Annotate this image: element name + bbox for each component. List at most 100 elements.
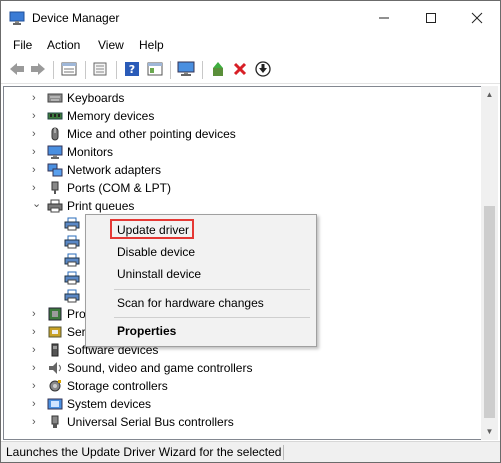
scroll-up-icon[interactable]: ▲ bbox=[481, 86, 498, 103]
status-divider bbox=[283, 445, 284, 460]
system-device-icon bbox=[47, 397, 63, 411]
tree-node-label: Universal Serial Bus controllers bbox=[67, 415, 234, 429]
tree-node-sound-video[interactable]: › Sound, video and game controllers bbox=[4, 359, 474, 377]
menu-properties[interactable]: Properties bbox=[117, 324, 176, 338]
chevron-right-icon[interactable]: › bbox=[32, 127, 42, 141]
minimize-button[interactable] bbox=[361, 1, 407, 35]
menu-view[interactable]: View bbox=[98, 38, 124, 52]
monitor-icon bbox=[47, 145, 63, 159]
printer-icon bbox=[64, 271, 80, 285]
properties-view-icon[interactable] bbox=[59, 59, 79, 79]
tree-node-keyboards[interactable]: › Keyboards bbox=[4, 89, 474, 107]
maximize-button[interactable] bbox=[408, 1, 454, 35]
tree-node-mice[interactable]: › Mice and other pointing devices bbox=[4, 125, 474, 143]
show-hidden-icon[interactable] bbox=[90, 59, 110, 79]
tree-node-system-devices[interactable]: › System devices bbox=[4, 395, 474, 413]
tree-node-label: System devices bbox=[67, 397, 152, 411]
toolbar-separator bbox=[85, 61, 86, 79]
chevron-right-icon[interactable]: › bbox=[32, 325, 42, 339]
tree-node-monitors[interactable]: › Monitors bbox=[4, 143, 474, 161]
menu-file[interactable]: File bbox=[13, 38, 32, 52]
help-icon[interactable]: ? bbox=[122, 59, 142, 79]
menu-help[interactable]: Help bbox=[139, 38, 164, 52]
context-menu: Update driver Disable device Uninstall d… bbox=[85, 214, 317, 347]
chevron-right-icon[interactable]: › bbox=[32, 163, 42, 177]
chevron-right-icon[interactable]: › bbox=[32, 181, 42, 195]
tree-node-storage-controllers[interactable]: › Storage controllers bbox=[4, 377, 474, 395]
menu-separator bbox=[114, 317, 310, 318]
download-icon[interactable] bbox=[253, 59, 273, 79]
vertical-scrollbar[interactable]: ▲ ▼ bbox=[481, 86, 498, 440]
tree-node-ports[interactable]: › Ports (COM & LPT) bbox=[4, 179, 474, 197]
update-driver-icon[interactable] bbox=[208, 59, 228, 79]
menu-bar: File Action View Help bbox=[1, 35, 500, 55]
tree-node-label: Print queues bbox=[67, 199, 135, 213]
storage-icon bbox=[47, 379, 63, 393]
svg-text:?: ? bbox=[129, 63, 135, 76]
chevron-down-icon[interactable]: ⌄ bbox=[32, 197, 42, 211]
status-bar: Launches the Update Driver Wizard for th… bbox=[1, 441, 500, 462]
console-tree-icon[interactable] bbox=[145, 59, 165, 79]
chevron-right-icon[interactable]: › bbox=[32, 397, 42, 411]
tree-node-label: Ser bbox=[67, 325, 86, 339]
tree-node-network-adapters[interactable]: › Network adapters bbox=[4, 161, 474, 179]
processor-icon bbox=[47, 307, 63, 321]
tree-node-print-queues[interactable]: ⌄ Print queues bbox=[4, 197, 474, 215]
security-device-icon bbox=[47, 325, 63, 339]
tree-node-label: Ports (COM & LPT) bbox=[67, 181, 172, 195]
window-title: Device Manager bbox=[32, 11, 120, 25]
usb-icon bbox=[47, 415, 63, 429]
tree-node-memory-devices[interactable]: › Memory devices bbox=[4, 107, 474, 125]
chevron-right-icon[interactable]: › bbox=[32, 91, 42, 105]
toolbar-separator bbox=[116, 61, 117, 79]
menu-uninstall-device[interactable]: Uninstall device bbox=[117, 267, 201, 281]
tree-node-label: Pro bbox=[67, 307, 86, 321]
sound-icon bbox=[47, 361, 63, 375]
menu-update-driver[interactable]: Update driver bbox=[117, 223, 189, 237]
tree-node-label: Monitors bbox=[67, 145, 114, 159]
close-button[interactable] bbox=[454, 1, 500, 35]
chevron-right-icon[interactable]: › bbox=[32, 361, 42, 375]
forward-icon[interactable] bbox=[28, 59, 48, 79]
tree-node-label: Mice and other pointing devices bbox=[67, 127, 236, 141]
tree-node-usb-controllers[interactable]: › Universal Serial Bus controllers bbox=[4, 413, 474, 431]
scroll-down-icon[interactable]: ▼ bbox=[481, 423, 498, 440]
menu-action[interactable]: Action bbox=[47, 38, 80, 52]
tree-node-label: Storage controllers bbox=[67, 379, 168, 393]
monitor-icon[interactable] bbox=[176, 59, 196, 79]
chevron-right-icon[interactable]: › bbox=[32, 109, 42, 123]
uninstall-icon[interactable] bbox=[230, 59, 250, 79]
tree-node-label: Sound, video and game controllers bbox=[67, 361, 253, 375]
device-manager-window: Device Manager File Action View Help ? ›… bbox=[0, 0, 501, 463]
printer-icon bbox=[64, 289, 80, 303]
chevron-right-icon[interactable]: › bbox=[32, 343, 42, 357]
chevron-right-icon[interactable]: › bbox=[32, 307, 42, 321]
tree-node-label: Keyboards bbox=[67, 91, 125, 105]
mouse-icon bbox=[47, 127, 63, 141]
back-icon[interactable] bbox=[7, 59, 27, 79]
menu-scan-hardware[interactable]: Scan for hardware changes bbox=[117, 296, 264, 310]
tree-node-label: Memory devices bbox=[67, 109, 155, 123]
menu-separator bbox=[114, 289, 310, 290]
toolbar: ? bbox=[1, 57, 500, 84]
chevron-right-icon[interactable]: › bbox=[32, 379, 42, 393]
status-text: Launches the Update Driver Wizard for th… bbox=[6, 445, 281, 459]
scrollbar-thumb[interactable] bbox=[484, 206, 495, 418]
device-manager-icon bbox=[9, 10, 25, 26]
menu-disable-device[interactable]: Disable device bbox=[117, 245, 195, 259]
printer-icon bbox=[64, 235, 80, 249]
software-device-icon bbox=[47, 343, 63, 357]
printer-icon bbox=[47, 199, 63, 213]
title-bar[interactable]: Device Manager bbox=[1, 1, 500, 35]
network-adapter-icon bbox=[47, 163, 63, 177]
keyboard-icon bbox=[47, 91, 63, 105]
memory-icon bbox=[47, 109, 63, 123]
port-icon bbox=[47, 181, 63, 195]
toolbar-separator bbox=[53, 61, 54, 79]
chevron-right-icon[interactable]: › bbox=[32, 415, 42, 429]
chevron-right-icon[interactable]: › bbox=[32, 145, 42, 159]
printer-icon bbox=[64, 253, 80, 267]
tree-node-label: Network adapters bbox=[67, 163, 162, 177]
toolbar-separator bbox=[170, 61, 171, 79]
toolbar-separator bbox=[202, 61, 203, 79]
